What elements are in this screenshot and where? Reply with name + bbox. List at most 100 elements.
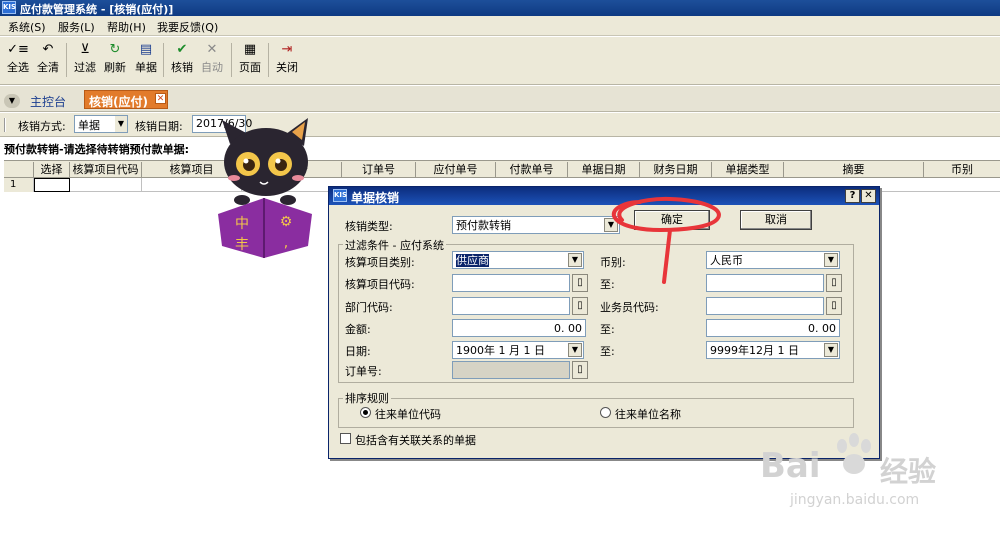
column-header[interactable]: 核算项目代码 xyxy=(70,162,142,178)
lookup-icon[interactable]: ▯ xyxy=(572,297,588,315)
filter-bar: 核销方式: 单据 ▼ 核销日期: 2017/6/30 xyxy=(0,113,1000,137)
sort-by-name-label[interactable]: 往来单位名称 xyxy=(615,406,681,422)
watermark-brand2: 经验 xyxy=(880,455,937,488)
close-button[interactable]: ⇥ 关闭 xyxy=(272,41,302,81)
date-label: 日期: xyxy=(345,345,371,358)
select-all-button[interactable]: ✓≡ 全选 xyxy=(3,41,33,81)
instruction-text: 预付款转销-请选择待转销预付款单据: xyxy=(4,143,189,156)
item-type-select[interactable]: 供应商 ▼ xyxy=(452,251,584,269)
toolbar-separator xyxy=(231,43,232,77)
tab-label: 核销(应付) xyxy=(89,95,148,109)
column-header[interactable]: 应付单号 xyxy=(416,162,496,178)
filter-icon: ⊻ xyxy=(80,42,90,57)
cat-mascot-sticker: 中 ⚙ 丰 , xyxy=(218,118,312,258)
date-from-field[interactable]: 1900年 1 月 1 日 ▼ xyxy=(452,341,584,359)
lookup-icon[interactable]: ▯ xyxy=(826,274,842,292)
include-related-label[interactable]: 包括含有关联关系的单据 xyxy=(355,432,476,448)
column-header[interactable]: 摘要 xyxy=(784,162,924,178)
type-select[interactable]: 预付款转销 ▼ xyxy=(452,216,620,234)
menu-bar: 系统(S) 服务(L) 帮助(H) 我要反馈(Q) xyxy=(0,16,1000,36)
refresh-button[interactable]: ↻ 刷新 xyxy=(100,41,130,81)
staff-label: 业务员代码: xyxy=(600,301,659,314)
lookup-icon[interactable]: ▯ xyxy=(572,274,588,292)
page-setup-button[interactable]: ▦ 页面 xyxy=(235,41,265,81)
menu-system[interactable]: 系统(S) xyxy=(8,19,46,35)
filter-button[interactable]: ⊻ 过滤 xyxy=(70,41,100,81)
type-label: 核销类型: xyxy=(345,220,393,233)
auto-button[interactable]: ✕ 自动 xyxy=(197,41,227,81)
method-select[interactable]: 单据 ▼ xyxy=(74,115,128,133)
lookup-icon[interactable]: ▯ xyxy=(826,297,842,315)
grid-corner xyxy=(4,162,34,178)
column-header[interactable]: 币别 xyxy=(924,162,1000,178)
toolbar-separator xyxy=(66,43,67,77)
row-number: 1 xyxy=(4,178,34,192)
tab-writeoff-payable[interactable]: 核销(应付) ✕ xyxy=(84,90,168,109)
document-button[interactable]: ▤ 单据 xyxy=(131,41,161,81)
sort-group-title: 排序规则 xyxy=(343,390,391,406)
column-header[interactable]: 单据类型 xyxy=(712,162,784,178)
chevron-down-icon: ▼ xyxy=(568,343,582,357)
tab-bar: ▼ 主控台 核销(应付) ✕ xyxy=(0,86,1000,112)
close-icon[interactable]: ✕ xyxy=(861,189,876,203)
app-logo: KIS xyxy=(2,1,16,14)
filter-group-title: 过滤条件 - 应付系统 xyxy=(343,237,446,253)
chevron-down-icon: ▼ xyxy=(115,116,127,132)
mascot-text: 丰 xyxy=(235,237,249,253)
tab-main-console[interactable]: 主控台 xyxy=(30,93,66,110)
date-label: 核销日期: xyxy=(135,120,183,133)
order-label: 订单号: xyxy=(345,365,382,378)
toolbar-separator xyxy=(163,43,164,77)
menu-feedback[interactable]: 我要反馈(Q) xyxy=(157,19,218,35)
chevron-down-icon: ▼ xyxy=(824,343,838,357)
column-header[interactable]: 订单号 xyxy=(342,162,416,178)
include-related-checkbox[interactable] xyxy=(340,433,351,444)
menu-service[interactable]: 服务(L) xyxy=(58,19,95,35)
column-header[interactable]: 选择 xyxy=(34,162,70,178)
lookup-icon[interactable]: ▯ xyxy=(572,361,588,379)
clear-icon: ↶ xyxy=(42,42,54,57)
mascot-text: ⚙ xyxy=(280,214,293,230)
grid-header: 选择 核算项目代码 核算项目 单据号 订单号 应付单号 付款单号 单据日期 财务… xyxy=(4,160,1000,178)
dept-label: 部门代码: xyxy=(345,301,393,314)
currency-select[interactable]: 人民币 ▼ xyxy=(706,251,840,269)
item-type-label: 核算项目类别: xyxy=(345,256,415,269)
column-header[interactable]: 财务日期 xyxy=(640,162,712,178)
select-cell[interactable] xyxy=(34,178,70,192)
table-cell[interactable] xyxy=(70,178,142,192)
mascot-text: 中 xyxy=(235,216,249,232)
column-header[interactable]: 付款单号 xyxy=(496,162,568,178)
chevron-down-icon: ▼ xyxy=(568,253,582,267)
dept-field[interactable] xyxy=(452,297,570,315)
cancel-button[interactable]: 取消 xyxy=(740,210,812,230)
close-icon[interactable]: ✕ xyxy=(155,93,166,104)
watermark-url: jingyan.baidu.com xyxy=(790,492,920,508)
checkmark-icon: ✔ xyxy=(176,42,188,57)
sort-by-name-radio[interactable] xyxy=(600,407,611,418)
toolbar: ✓≡ 全选 ↶ 全清 ⊻ 过滤 ↻ 刷新 ▤ 单据 ✔ 核销 ✕ 自动 ▦ 页面 ⇥ 关闭 xyxy=(0,37,1000,85)
sort-by-code-radio[interactable] xyxy=(360,407,371,418)
dialog-logo: KIS xyxy=(333,189,347,202)
select-all-icon: ✓≡ xyxy=(7,42,29,57)
menu-help[interactable]: 帮助(H) xyxy=(107,19,146,35)
toolbar-separator xyxy=(268,43,269,77)
window-title: 应付款管理系统 - [核销(应付)] xyxy=(20,3,174,16)
order-field[interactable] xyxy=(452,361,570,379)
writeoff-button[interactable]: ✔ 核销 xyxy=(167,41,197,81)
amount-to-field[interactable]: 0. 00 xyxy=(706,319,840,337)
to-label: 至: xyxy=(600,345,615,358)
refresh-icon: ↻ xyxy=(109,42,121,57)
chevron-down-icon[interactable]: ▼ xyxy=(4,94,20,108)
to-label: 至: xyxy=(600,323,615,336)
title-bar: KIS 应付款管理系统 - [核销(应付)] xyxy=(0,0,1000,16)
item-code-field[interactable] xyxy=(452,274,570,292)
staff-field[interactable] xyxy=(706,297,824,315)
date-to-field[interactable]: 9999年12月 1 日 ▼ xyxy=(706,341,840,359)
clear-all-button[interactable]: ↶ 全清 xyxy=(33,41,63,81)
help-icon[interactable]: ? xyxy=(845,189,860,203)
page-setup-icon: ▦ xyxy=(243,42,257,57)
annotation-circle xyxy=(611,196,721,284)
amount-from-field[interactable]: 0. 00 xyxy=(452,319,586,337)
sort-by-code-label[interactable]: 往来单位代码 xyxy=(375,406,441,422)
column-header[interactable]: 单据日期 xyxy=(568,162,640,178)
